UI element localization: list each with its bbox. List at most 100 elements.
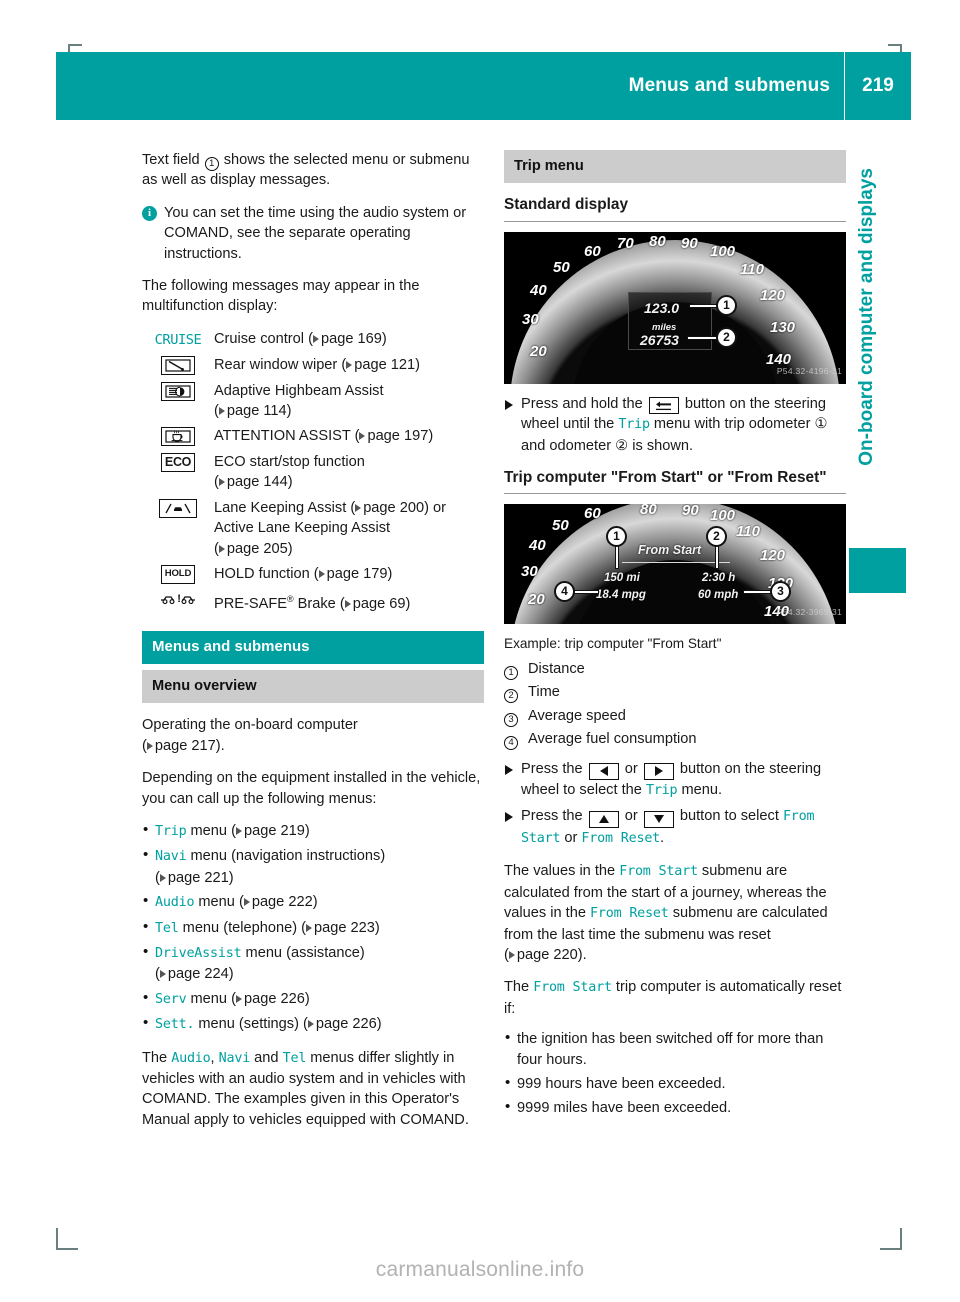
menu-name: Audio — [155, 895, 195, 911]
list-item: Press and hold the button on the steerin… — [504, 394, 846, 456]
callout-leader-4 — [574, 591, 598, 594]
lane-keeping-assist-icon — [142, 498, 214, 518]
list-item: 999 hours have been exceeded. — [504, 1073, 846, 1094]
info-note-text: You can set the time using the audio sys… — [164, 204, 467, 262]
speed-tick-80: 80 — [640, 504, 657, 519]
message-label: HOLD function — [214, 565, 310, 582]
eco-icon: ECO — [142, 452, 214, 472]
callout-ref-1: 1 — [204, 157, 219, 171]
page-reference: (page 219) — [231, 823, 310, 840]
message-text: PRE-SAFE® Brake (page 69) — [214, 589, 484, 614]
page-reference: (page 144) — [214, 474, 293, 491]
legend-label: Time — [528, 684, 560, 701]
list-item: 2 Time — [504, 682, 846, 704]
trip-computer-cluster-image: 20 30 40 50 60 80 90 100 110 120 130 140… — [504, 504, 846, 625]
speed-tick-80: 80 — [649, 232, 666, 250]
consumption-value: 18.4 mpg — [596, 589, 646, 602]
speed-tick-120: 120 — [760, 286, 786, 304]
page-reference: (page 179) — [313, 565, 393, 582]
heading-standard-display: Standard display — [504, 196, 629, 214]
speed-tick-50: 50 — [553, 258, 570, 276]
message-text: Lane Keeping Assist (page 200) or Active… — [214, 498, 484, 559]
submenu-name: From Start — [533, 980, 612, 996]
table-row: ATTENTION ASSIST (page 197) — [142, 426, 484, 447]
message-text: Rear window wiper (page 121) — [214, 355, 484, 375]
table-row: ! PRE-SAFE® Brake (page 69) — [142, 589, 484, 614]
rear-window-wiper-icon — [142, 355, 214, 376]
left-arrow-button-icon — [588, 762, 619, 780]
lcd-divider — [622, 562, 730, 564]
reset-paragraph: The From Start trip computer is automati… — [504, 979, 842, 1017]
left-column: Text field 1 shows the selected menu or … — [142, 150, 484, 1142]
speed-tick-40: 40 — [529, 537, 546, 555]
table-row: ECO ECO start/stop function (page 144) — [142, 452, 484, 493]
heading-rule — [504, 220, 846, 222]
table-row: Adaptive Highbeam Assist (page 114) — [142, 381, 484, 422]
table-row: HOLD HOLD function (page 179) — [142, 564, 484, 584]
page-reference: (page 220). — [504, 946, 587, 963]
callout-leader-2 — [716, 546, 718, 569]
page-reference: (page 169) — [308, 330, 387, 347]
message-label: Lane Keeping Assist — [214, 499, 347, 516]
cruise-text-icon: CRUISE — [154, 331, 202, 348]
speed-tick-30: 30 — [521, 563, 538, 581]
speed-tick-50: 50 — [552, 517, 569, 535]
table-row: Rear window wiper (page 121) — [142, 355, 484, 376]
message-label: Cruise control — [214, 330, 305, 347]
submenu-name: From Start — [619, 864, 698, 880]
section-heading-menus-and-submenus: Menus and submenus — [142, 630, 484, 664]
list-item: Tel menu (telephone) (page 223) — [142, 917, 484, 939]
callout-2: 2 — [716, 326, 737, 348]
crop-mark-bottom-right — [880, 1228, 902, 1250]
odometer-value: 26753 — [640, 331, 679, 348]
menu-name: Tel — [282, 1050, 307, 1066]
values-paragraph: The values in the From Start submenu are… — [504, 863, 828, 963]
svg-text:!: ! — [177, 593, 181, 605]
submenu-name: From Reset — [581, 830, 661, 846]
chapter-side-marker — [849, 548, 906, 593]
image-caption: Example: trip computer "From Start" — [504, 636, 722, 652]
list-item: 9999 miles have been exceeded. — [504, 1097, 846, 1118]
watermark: carmanualsonline.info — [375, 1258, 585, 1281]
speed-tick-90: 90 — [682, 504, 699, 520]
list-item: 4 Average fuel consumption — [504, 729, 846, 751]
up-arrow-button-icon — [588, 810, 619, 828]
speed-tick-100: 100 — [710, 507, 736, 525]
callout-leader-1 — [616, 546, 618, 569]
display-messages-table: CRUISE Cruise control (page 169) Rear wi… — [142, 329, 484, 615]
menu-name: Trip — [155, 824, 187, 840]
page-reference: (page 223) — [301, 919, 380, 936]
standard-display-steps: Press and hold the button on the steerin… — [504, 394, 846, 456]
page-reference: (page 114) — [214, 403, 292, 420]
menu-name: Trip — [645, 782, 678, 798]
manual-page: Menus and submenus 219 On-board computer… — [0, 0, 960, 1302]
message-label: Rear window wiper — [214, 357, 338, 374]
menu-name: Navi — [218, 1050, 251, 1066]
back-button-icon — [648, 396, 679, 414]
list-item: Press the or button on the steering whee… — [504, 759, 846, 801]
list-item: Trip menu (page 219) — [142, 820, 484, 842]
message-text: ATTENTION ASSIST (page 197) — [214, 426, 484, 446]
page-reference: (page 224) — [155, 966, 234, 983]
trip-odometer-value: 123.0 — [644, 299, 680, 316]
list-item: Press the or button to select From Start… — [504, 806, 846, 849]
page-reference: (page 197) — [354, 428, 434, 445]
legend-number: 3 — [504, 706, 528, 727]
page-reference-2: (page 205) — [214, 540, 293, 557]
intro-paragraph: Text field 1 shows the selected menu or … — [142, 150, 484, 191]
page-header-bar: Menus and submenus 219 — [56, 52, 911, 120]
page-reference: (page 69) — [339, 596, 411, 613]
operating-paragraph: Operating the on-board computer (page 21… — [142, 717, 358, 754]
image-code: P54.32-4196-31 — [776, 366, 842, 377]
info-icon: i — [142, 205, 157, 221]
menu-list: Trip menu (page 219) Navi menu (navigati… — [142, 820, 484, 1036]
message-text: ECO start/stop function (page 144) — [214, 452, 484, 493]
menu-name: Tel — [155, 920, 179, 936]
hold-icon: HOLD — [142, 564, 214, 584]
page-title: Menus and submenus — [628, 75, 830, 96]
speed-tick-40: 40 — [530, 281, 547, 299]
speed-tick-70: 70 — [617, 234, 634, 252]
page-reference: (page 217). — [142, 737, 225, 754]
message-text: Cruise control (page 169) — [214, 329, 484, 349]
rear-window-wiper-glyph — [165, 359, 191, 372]
